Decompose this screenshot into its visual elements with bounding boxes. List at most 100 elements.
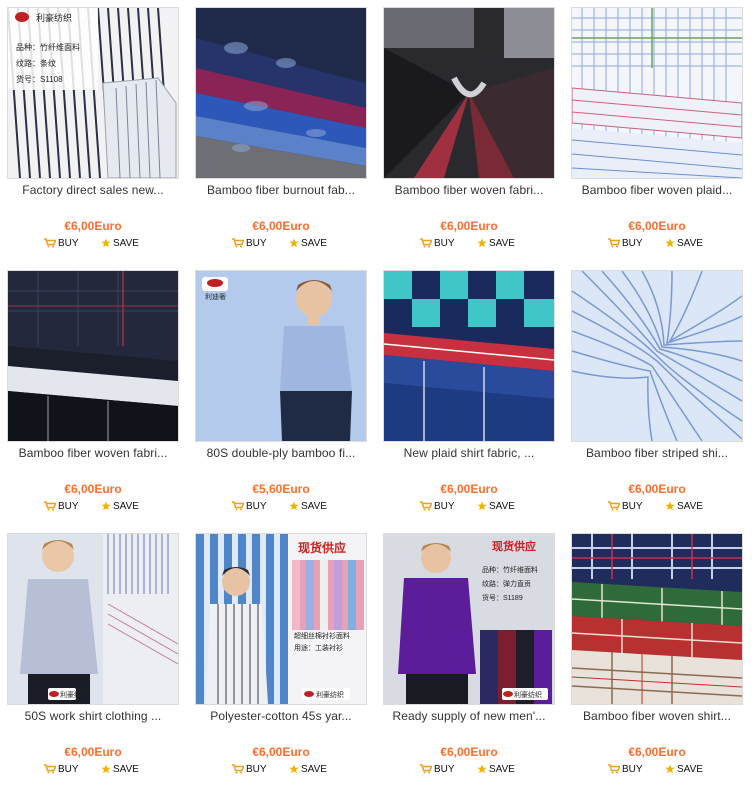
buy-button[interactable]: BUY — [608, 500, 643, 514]
product-image[interactable] — [571, 533, 743, 705]
buy-button[interactable]: BUY — [608, 237, 643, 251]
product-card[interactable]: Bamboo fiber burnout fab... €6,00Euro BU… — [195, 7, 367, 259]
buy-label: BUY — [622, 238, 643, 249]
save-button[interactable]: SAVE — [289, 237, 327, 251]
product-title[interactable]: Bamboo fiber woven fabri... — [3, 446, 183, 460]
product-title[interactable]: Bamboo fiber woven fabri... — [379, 183, 559, 197]
product-price: €6,00Euro — [440, 745, 498, 759]
buy-button[interactable]: BUY — [420, 763, 455, 777]
buy-label: BUY — [434, 238, 455, 249]
overlay-text: 利迪奢 — [205, 292, 226, 301]
overlay-text: 利豪纺织 — [316, 690, 344, 699]
product-title[interactable]: Bamboo fiber striped shi... — [567, 446, 747, 460]
buy-label: BUY — [58, 238, 79, 249]
product-card[interactable]: Bamboo fiber woven fabri... €6,00Euro BU… — [383, 7, 555, 259]
product-title[interactable]: Factory direct sales new... — [3, 183, 183, 197]
save-button[interactable]: SAVE — [289, 500, 327, 514]
shopping-cart-icon — [232, 238, 244, 248]
shopping-cart-icon — [232, 764, 244, 774]
product-image[interactable]: 现货供应 品种：竹纤维面料 纹路：弹力直贡 货号：S1189 利豪纺织 — [383, 533, 555, 705]
buy-label: BUY — [58, 501, 79, 512]
shopping-cart-icon — [608, 501, 620, 511]
buy-button[interactable]: BUY — [420, 237, 455, 251]
product-card[interactable]: 现货供应 品种：竹纤维面料 纹路：弹力直贡 货号：S1189 利豪纺织 Read… — [383, 533, 555, 785]
product-card[interactable]: Bamboo fiber woven fabri... €6,00Euro BU… — [7, 270, 179, 522]
save-button[interactable]: SAVE — [289, 763, 327, 777]
product-card[interactable]: Bamboo fiber woven plaid... €6,00Euro BU… — [571, 7, 743, 259]
overlay-text: 利豪纺织 — [514, 690, 542, 699]
overlay-text: 利豪纺织 — [60, 690, 88, 699]
product-title[interactable]: Bamboo fiber woven shirt... — [567, 709, 747, 723]
buy-button[interactable]: BUY — [232, 763, 267, 777]
product-card[interactable]: 利豪纺织 品种：竹纤维面料 纹路：条纹 货号：S1108 Factory dir… — [7, 7, 179, 259]
overlay-text: 现货供应 — [298, 540, 346, 555]
product-image[interactable]: 利豪纺织 品种：竹纤维面料 纹路：条纹 货号：S1108 — [7, 7, 179, 179]
buy-button[interactable]: BUY — [232, 237, 267, 251]
product-card[interactable]: New plaid shirt fabric, ... €6,00Euro BU… — [383, 270, 555, 522]
save-button[interactable]: SAVE — [101, 237, 139, 251]
product-title[interactable]: Bamboo fiber burnout fab... — [191, 183, 371, 197]
buy-label: BUY — [246, 764, 267, 775]
save-label: SAVE — [489, 238, 515, 249]
product-title[interactable]: 50S work shirt clothing ... — [3, 709, 183, 723]
save-button[interactable]: SAVE — [665, 763, 703, 777]
save-label: SAVE — [489, 764, 515, 775]
buy-button[interactable]: BUY — [608, 763, 643, 777]
product-image[interactable] — [195, 7, 367, 179]
shopping-cart-icon — [44, 238, 56, 248]
buy-button[interactable]: BUY — [420, 500, 455, 514]
star-icon — [289, 238, 299, 248]
product-image[interactable] — [383, 270, 555, 442]
star-icon — [101, 501, 111, 511]
buy-button[interactable]: BUY — [44, 763, 79, 777]
product-card[interactable]: 利迪奢 80S double-ply bamboo fi... €5,60Eur… — [195, 270, 367, 522]
buy-label: BUY — [622, 764, 643, 775]
save-button[interactable]: SAVE — [665, 500, 703, 514]
product-title[interactable]: Bamboo fiber woven plaid... — [567, 183, 747, 197]
product-title[interactable]: New plaid shirt fabric, ... — [379, 446, 559, 460]
product-image[interactable] — [383, 7, 555, 179]
star-icon — [477, 501, 487, 511]
product-image[interactable]: 利豪纺织 — [7, 533, 179, 705]
star-icon — [477, 238, 487, 248]
product-image[interactable] — [571, 270, 743, 442]
product-card[interactable]: 现货供应 超细丝棉衬衫面料 用途：工装衬衫 利豪纺织 Polyester-cot… — [195, 533, 367, 785]
save-button[interactable]: SAVE — [477, 763, 515, 777]
product-card[interactable]: Bamboo fiber woven shirt... €6,00Euro BU… — [571, 533, 743, 785]
product-title[interactable]: Polyester-cotton 45s yar... — [191, 709, 371, 723]
star-icon — [101, 764, 111, 774]
save-button[interactable]: SAVE — [477, 500, 515, 514]
product-title[interactable]: Ready supply of new men'... — [379, 709, 559, 723]
shopping-cart-icon — [608, 764, 620, 774]
save-label: SAVE — [301, 501, 327, 512]
save-label: SAVE — [301, 764, 327, 775]
save-button[interactable]: SAVE — [477, 237, 515, 251]
save-button[interactable]: SAVE — [101, 500, 139, 514]
shopping-cart-icon — [44, 764, 56, 774]
product-card[interactable]: 利豪纺织 50S work shirt clothing ... €6,00Eu… — [7, 533, 179, 785]
shopping-cart-icon — [608, 238, 620, 248]
product-image[interactable]: 现货供应 超细丝棉衬衫面料 用途：工装衬衫 利豪纺织 — [195, 533, 367, 705]
product-price: €6,00Euro — [440, 482, 498, 496]
buy-label: BUY — [622, 501, 643, 512]
product-image[interactable] — [7, 270, 179, 442]
buy-button[interactable]: BUY — [44, 500, 79, 514]
buy-button[interactable]: BUY — [232, 500, 267, 514]
buy-label: BUY — [434, 501, 455, 512]
product-card[interactable]: Bamboo fiber striped shi... €6,00Euro BU… — [571, 270, 743, 522]
shopping-cart-icon — [232, 501, 244, 511]
product-image[interactable] — [571, 7, 743, 179]
star-icon — [665, 501, 675, 511]
product-price: €6,00Euro — [440, 219, 498, 233]
save-button[interactable]: SAVE — [101, 763, 139, 777]
product-image[interactable]: 利迪奢 — [195, 270, 367, 442]
shopping-cart-icon — [420, 238, 432, 248]
save-label: SAVE — [489, 501, 515, 512]
overlay-text: 品种：竹纤维面料 — [482, 565, 538, 574]
product-title[interactable]: 80S double-ply bamboo fi... — [191, 446, 371, 460]
buy-button[interactable]: BUY — [44, 237, 79, 251]
product-price: €6,00Euro — [628, 219, 686, 233]
save-button[interactable]: SAVE — [665, 237, 703, 251]
buy-label: BUY — [246, 501, 267, 512]
overlay-text: 货号：S1189 — [482, 593, 523, 602]
